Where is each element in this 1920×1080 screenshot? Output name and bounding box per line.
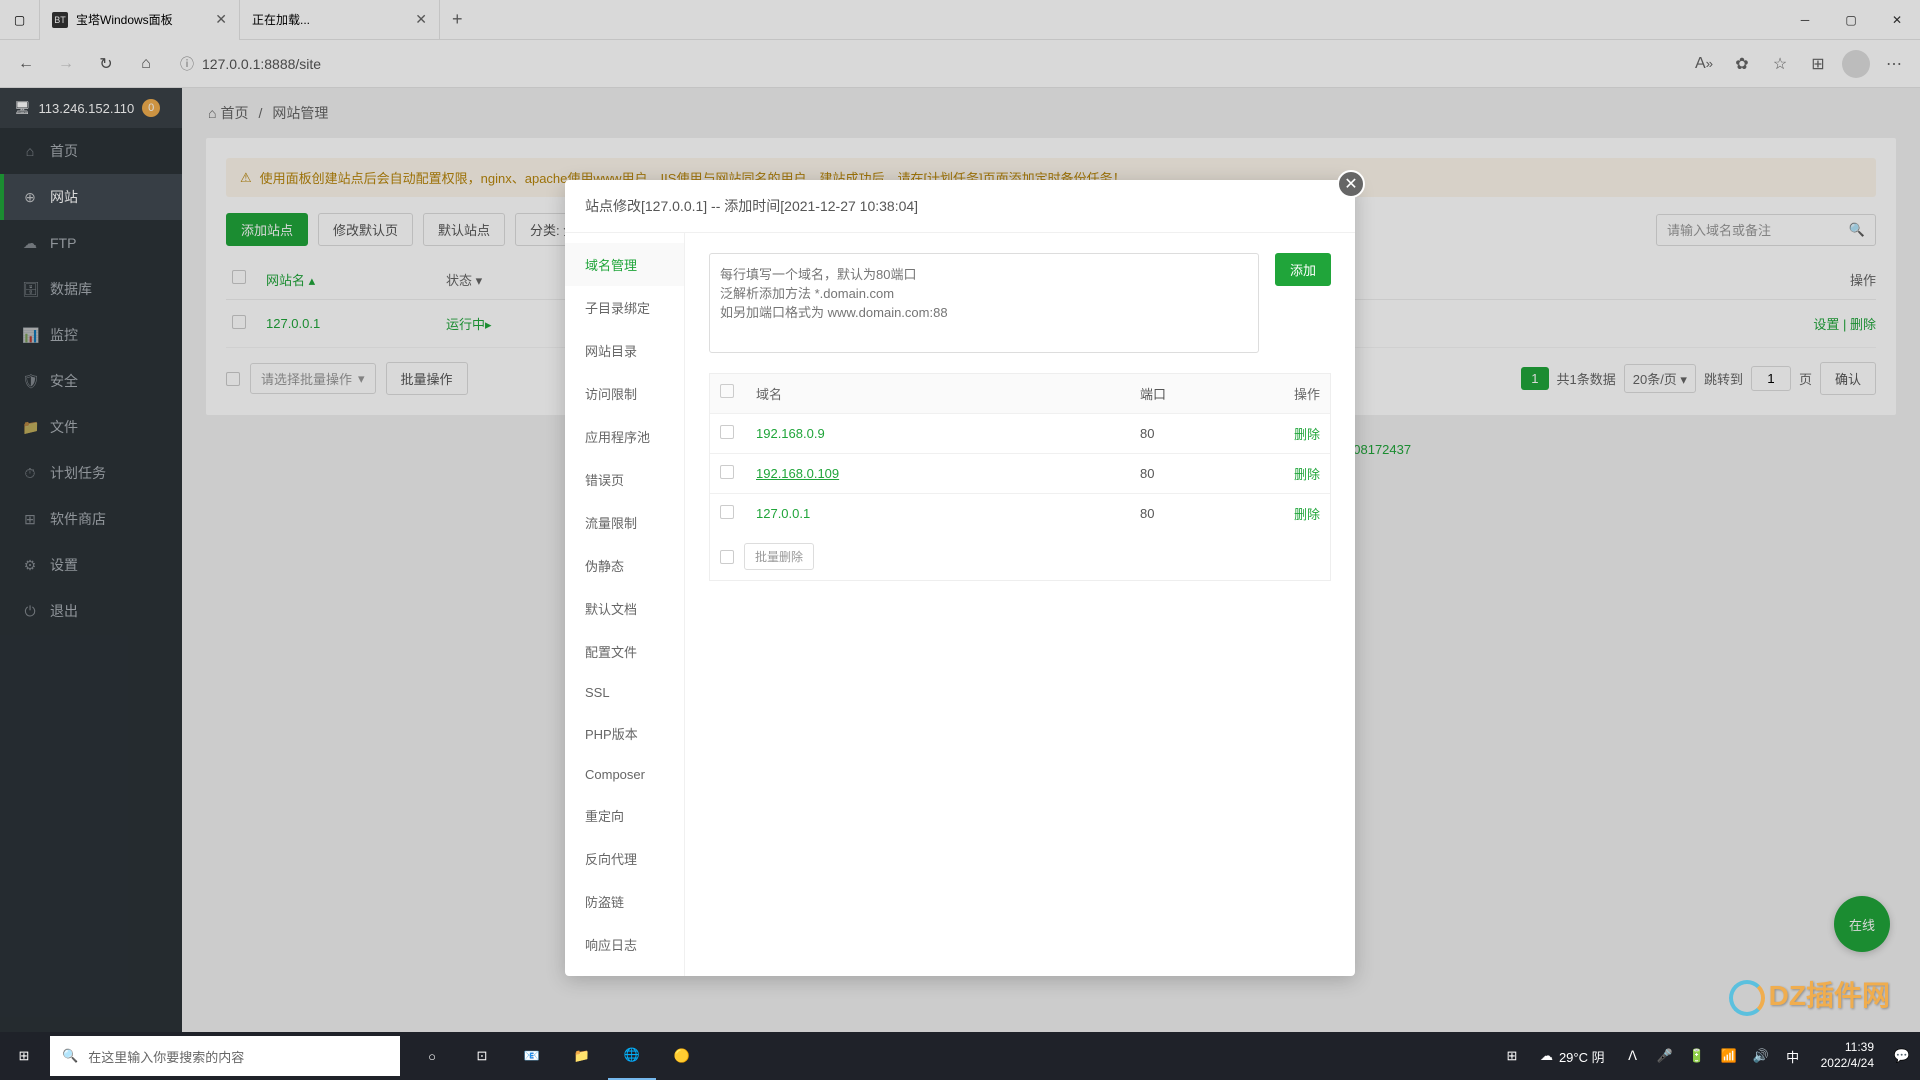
batch-checkbox[interactable] xyxy=(720,550,734,564)
weather-icon: ☁ xyxy=(1540,1048,1553,1064)
network-icon[interactable]: 📶 xyxy=(1715,1032,1743,1080)
tray-chevron-icon[interactable]: ᐱ xyxy=(1619,1032,1647,1080)
windows-taskbar: ⊞ 🔍 在这里输入你要搜索的内容 ○ ⊡ 📧 📁 🌐 🟡 ⊞ ☁ 29°C 阴 … xyxy=(0,1032,1920,1080)
modal-nav-apppool[interactable]: 应用程序池 xyxy=(565,415,684,458)
domain-link[interactable]: 192.168.0.9 xyxy=(756,426,1140,441)
search-placeholder: 在这里输入你要搜索的内容 xyxy=(88,1047,244,1066)
col-port: 端口 xyxy=(1140,384,1260,403)
domain-select-all[interactable] xyxy=(720,384,734,398)
modal-nav-hotlink[interactable]: 防盗链 xyxy=(565,880,684,923)
taskbar-clock[interactable]: 11:39 2022/4/24 xyxy=(1811,1040,1884,1071)
domain-batch-row: 批量删除 xyxy=(710,533,1330,580)
modal-nav-errorpage[interactable]: 错误页 xyxy=(565,458,684,501)
explorer-icon[interactable]: 📁 xyxy=(558,1032,606,1080)
col-op: 操作 xyxy=(1260,384,1320,403)
modal-nav-traffic[interactable]: 流量限制 xyxy=(565,501,684,544)
modal-nav-proxy[interactable]: 反向代理 xyxy=(565,837,684,880)
modal-nav-domain[interactable]: 域名管理 xyxy=(565,243,684,286)
microphone-icon[interactable]: 🎤 xyxy=(1651,1032,1679,1080)
cortana-icon[interactable]: ○ xyxy=(408,1032,456,1080)
batch-delete-button[interactable]: 批量删除 xyxy=(744,543,814,570)
domain-checkbox[interactable] xyxy=(720,425,734,439)
modal-close-button[interactable]: ✕ xyxy=(1337,170,1365,198)
start-button[interactable]: ⊞ xyxy=(0,1032,48,1080)
mail-icon[interactable]: 📧 xyxy=(508,1032,556,1080)
modal-nav-subdir[interactable]: 子目录绑定 xyxy=(565,286,684,329)
domain-link[interactable]: 192.168.0.109 xyxy=(756,466,1140,481)
modal-overlay[interactable]: ✕ 站点修改[127.0.0.1] -- 添加时间[2021-12-27 10:… xyxy=(0,0,1920,1080)
domain-link[interactable]: 127.0.0.1 xyxy=(756,506,1140,521)
modal-title: 站点修改[127.0.0.1] -- 添加时间[2021-12-27 10:38… xyxy=(565,180,1355,233)
watermark-icon xyxy=(1729,980,1765,1016)
domain-checkbox[interactable] xyxy=(720,505,734,519)
add-domain-button[interactable]: 添加 xyxy=(1275,253,1331,286)
modal-nav-rewrite[interactable]: 伪静态 xyxy=(565,544,684,587)
modal-nav-defaultdoc[interactable]: 默认文档 xyxy=(565,587,684,630)
modal-nav-composer[interactable]: Composer xyxy=(565,755,684,794)
modal-nav-sitedir[interactable]: 网站目录 xyxy=(565,329,684,372)
weather-widget[interactable]: ☁ 29°C 阴 xyxy=(1530,1047,1615,1066)
site-edit-modal: ✕ 站点修改[127.0.0.1] -- 添加时间[2021-12-27 10:… xyxy=(565,180,1355,976)
domain-table: 域名 端口 操作 192.168.0.9 80 删除 192.168.0.109… xyxy=(709,373,1331,581)
notification-icon[interactable]: 💬 xyxy=(1888,1032,1916,1080)
modal-content: 添加 域名 端口 操作 192.168.0.9 80 删除 xyxy=(685,233,1355,976)
modal-nav-ssl[interactable]: SSL xyxy=(565,673,684,712)
domain-row: 127.0.0.1 80 删除 xyxy=(710,493,1330,533)
domain-port: 80 xyxy=(1140,426,1260,441)
taskview-icon[interactable]: ⊡ xyxy=(458,1032,506,1080)
modal-nav: 域名管理 子目录绑定 网站目录 访问限制 应用程序池 错误页 流量限制 伪静态 … xyxy=(565,233,685,976)
clock-date: 2022/4/24 xyxy=(1821,1056,1874,1072)
domain-table-header: 域名 端口 操作 xyxy=(710,374,1330,413)
modal-nav-config[interactable]: 配置文件 xyxy=(565,630,684,673)
modal-nav-php[interactable]: PHP版本 xyxy=(565,712,684,755)
domain-delete[interactable]: 删除 xyxy=(1260,464,1320,483)
modal-nav-access[interactable]: 访问限制 xyxy=(565,372,684,415)
domain-row: 192.168.0.9 80 删除 xyxy=(710,413,1330,453)
taskbar-search[interactable]: 🔍 在这里输入你要搜索的内容 xyxy=(50,1036,400,1076)
modal-nav-redirect[interactable]: 重定向 xyxy=(565,794,684,837)
modal-nav-responselog[interactable]: 响应日志 xyxy=(565,923,684,966)
edge-icon[interactable]: 🌐 xyxy=(608,1032,656,1080)
domain-delete[interactable]: 删除 xyxy=(1260,504,1320,523)
domain-row: 192.168.0.109 80 删除 xyxy=(710,453,1330,493)
watermark: DZ插件网 xyxy=(1729,974,1890,1016)
volume-icon[interactable]: 🔊 xyxy=(1747,1032,1775,1080)
domain-delete[interactable]: 删除 xyxy=(1260,424,1320,443)
domain-textarea[interactable] xyxy=(709,253,1259,353)
weather-text: 29°C 阴 xyxy=(1559,1047,1605,1066)
tray-grid-icon[interactable]: ⊞ xyxy=(1498,1032,1526,1080)
clock-time: 11:39 xyxy=(1821,1040,1874,1056)
col-domain: 域名 xyxy=(756,384,1140,403)
chrome-icon[interactable]: 🟡 xyxy=(658,1032,706,1080)
search-icon: 🔍 xyxy=(62,1048,78,1064)
domain-port: 80 xyxy=(1140,506,1260,521)
battery-icon[interactable]: 🔋 xyxy=(1683,1032,1711,1080)
domain-port: 80 xyxy=(1140,466,1260,481)
domain-checkbox[interactable] xyxy=(720,465,734,479)
ime-icon[interactable]: 中 xyxy=(1779,1032,1807,1080)
